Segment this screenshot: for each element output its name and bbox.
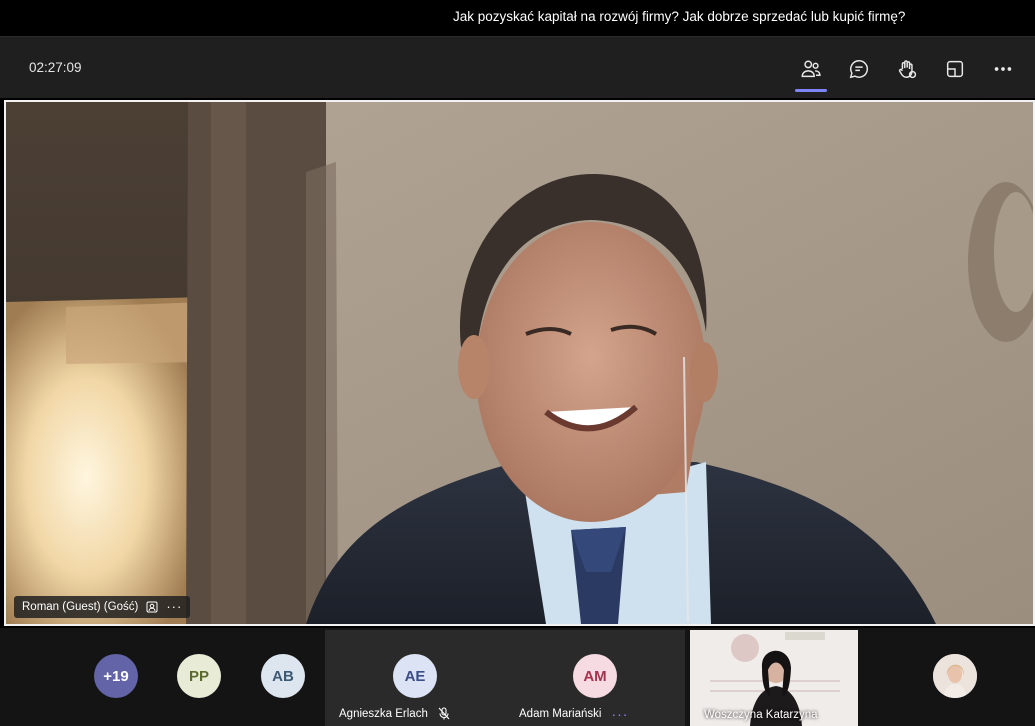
- avatar[interactable]: [933, 654, 977, 698]
- participant-gallery: +19 PP AB AE Agnieszka Erlach AM Adam Ma…: [0, 628, 1035, 726]
- profile-photo-icon: [933, 654, 977, 698]
- avatar: AE: [393, 654, 437, 698]
- guest-badge-icon: [146, 601, 158, 613]
- avatar: AM: [573, 654, 617, 698]
- participant-more-button[interactable]: ···: [166, 600, 182, 613]
- avatar[interactable]: AB: [261, 654, 305, 698]
- raise-hand-button[interactable]: [890, 52, 924, 86]
- participants-button[interactable]: [794, 52, 828, 92]
- overflow-participants-button[interactable]: +19: [94, 654, 138, 698]
- chat-icon: [849, 60, 869, 79]
- meeting-title: Jak pozyskać kapitał na rozwój firmy? Ja…: [453, 9, 906, 24]
- participant-name: Agnieszka Erlach: [339, 707, 428, 720]
- participant-name: Roman (Guest) (Gość): [22, 601, 139, 613]
- meeting-toolbar: 02:27:09: [0, 36, 1035, 98]
- more-options-button[interactable]: [986, 52, 1020, 86]
- participant-name: Adam Mariański: [519, 708, 602, 720]
- more-icon: [994, 67, 1012, 71]
- participant-more-button[interactable]: ···: [611, 707, 628, 721]
- title-bar: Jak pozyskać kapitał na rozwój firmy? Ja…: [0, 0, 1035, 36]
- participant-label: Agnieszka Erlach: [339, 707, 450, 720]
- participant-video-frame: [6, 102, 1033, 624]
- participant-name: Woszczyna Katarzyna: [704, 709, 818, 721]
- raise-hand-icon: [898, 60, 917, 79]
- people-icon: [801, 60, 821, 78]
- main-video[interactable]: Roman (Guest) (Gość) ···: [4, 100, 1035, 626]
- avatar[interactable]: PP: [177, 654, 221, 698]
- share-tray-icon: [946, 60, 964, 78]
- participant-name-tag: Roman (Guest) (Gość) ···: [14, 596, 191, 618]
- meeting-timer: 02:27:09: [29, 60, 82, 75]
- participant-tile[interactable]: AM Adam Mariański ···: [505, 630, 685, 726]
- participant-tile[interactable]: AE Agnieszka Erlach: [325, 630, 505, 726]
- chat-button[interactable]: [842, 52, 876, 86]
- participant-video-tile[interactable]: Woszczyna Katarzyna: [690, 630, 858, 726]
- mic-muted-icon: [438, 707, 450, 720]
- share-tray-button[interactable]: [938, 52, 972, 86]
- participant-label: Adam Mariański ···: [519, 707, 628, 721]
